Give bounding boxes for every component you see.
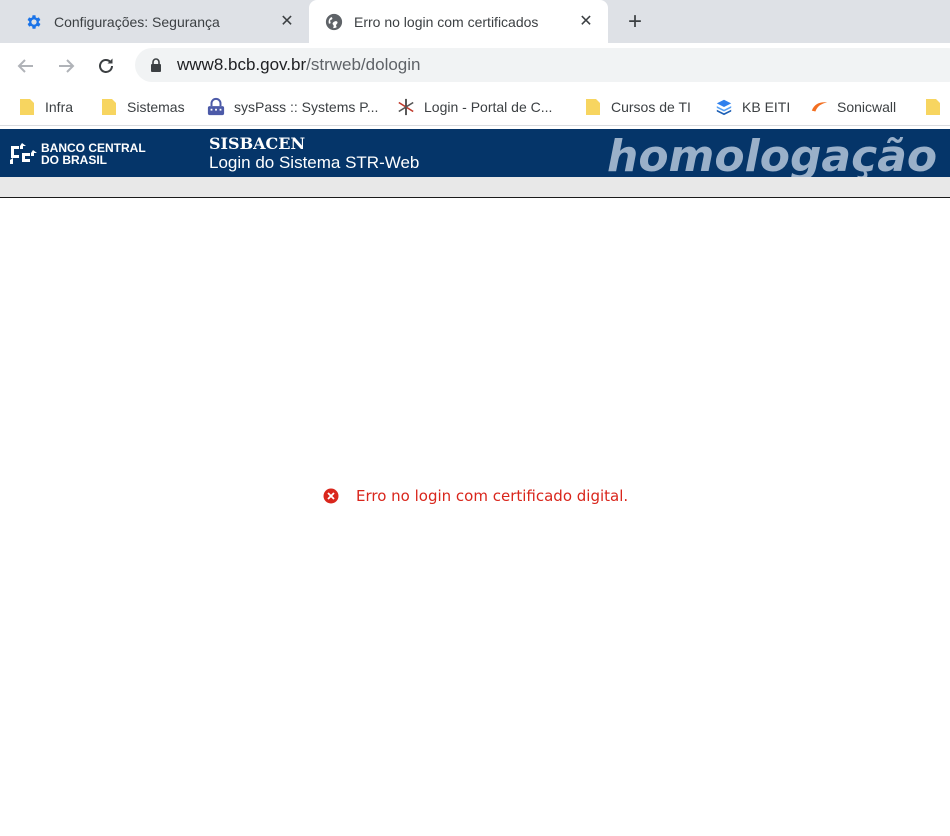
- url-host: www8.bcb.gov.br: [177, 55, 307, 74]
- tab-strip: Configurações: Segurança ✕ Erro no login…: [0, 0, 950, 43]
- header-divider-bar: [0, 177, 950, 198]
- logo-line-2: DO BRASIL: [41, 153, 107, 167]
- system-name: SISBACEN: [209, 134, 306, 153]
- bookmark-label: sysPass :: Systems P...: [234, 98, 379, 115]
- back-button[interactable]: [14, 54, 38, 78]
- bookmark-label: Login - Portal de C...: [424, 98, 553, 115]
- url-path: /strweb/dologin: [306, 55, 421, 74]
- bookmark-folder-overflow[interactable]: [924, 88, 950, 125]
- system-subtitle: Login do Sistema STR-Web: [209, 153, 420, 172]
- logo-text: BANCO CENTRAL DO BRASIL: [41, 142, 146, 166]
- folder-icon: [100, 98, 118, 116]
- lock-icon[interactable]: [149, 57, 163, 73]
- folder-icon: [584, 98, 602, 116]
- bookmark-cursos[interactable]: Cursos de TI: [584, 88, 691, 125]
- bookmark-label: Sistemas: [127, 98, 185, 115]
- stack-icon: [715, 98, 733, 116]
- reload-button[interactable]: [94, 54, 118, 78]
- arrow-left-icon: [17, 59, 33, 73]
- bcb-logo[interactable]: BANCO CENTRAL DO BRASIL: [8, 140, 146, 168]
- folder-icon: [924, 98, 942, 116]
- globe-icon: [324, 12, 344, 32]
- bookmark-label: Sonicwall: [837, 98, 897, 115]
- tab-title: Configurações: Segurança: [54, 13, 220, 30]
- bookmark-label: Cursos de TI: [611, 98, 691, 115]
- tab-title: Erro no login com certificados: [354, 13, 539, 30]
- bookmark-kb-eiti[interactable]: KB EITI: [715, 88, 790, 125]
- close-tab-icon[interactable]: ✕: [277, 11, 297, 31]
- tab-login-error[interactable]: Erro no login com certificados ✕: [309, 0, 608, 43]
- bookmark-sistemas[interactable]: Sistemas: [100, 88, 185, 125]
- gear-icon: [24, 12, 44, 32]
- new-tab-button[interactable]: +: [622, 9, 648, 35]
- folder-icon: [18, 98, 36, 116]
- arrow-right-icon: [59, 59, 75, 73]
- error-text: Erro no login com certificado digital.: [356, 487, 629, 505]
- url-text: www8.bcb.gov.br/strweb/dologin: [177, 55, 420, 75]
- reload-icon: [99, 58, 113, 73]
- bookmark-portal[interactable]: Login - Portal de C...: [397, 88, 552, 125]
- bookmark-label: Infra: [45, 98, 74, 115]
- bookmark-infra[interactable]: Infra: [18, 88, 73, 125]
- system-title-block: SISBACEN Login do Sistema STR-Web: [209, 135, 419, 173]
- forward-button[interactable]: [54, 54, 78, 78]
- bookmark-label: KB EITI: [742, 98, 791, 115]
- bookmark-sonicwall[interactable]: Sonicwall: [810, 88, 896, 125]
- swoosh-icon: [810, 98, 828, 116]
- close-tab-icon[interactable]: ✕: [576, 11, 596, 31]
- browser-toolbar: www8.bcb.gov.br/strweb/dologin: [0, 43, 950, 88]
- page-header-banner: BANCO CENTRAL DO BRASIL SISBACEN Login d…: [0, 129, 950, 177]
- error-message: Erro no login com certificado digital.: [323, 487, 628, 505]
- bcb-emblem-icon: [10, 143, 37, 164]
- environment-label: homologação: [607, 131, 938, 178]
- address-bar[interactable]: www8.bcb.gov.br/strweb/dologin: [135, 48, 950, 82]
- syspass-icon: [207, 97, 225, 116]
- bookmarks-bar: Infra Sistemas sysPass :: Systems P... L…: [0, 88, 950, 126]
- error-circle-icon: [323, 488, 339, 504]
- bookmark-syspass[interactable]: sysPass :: Systems P...: [207, 88, 378, 125]
- asterisk-logo-icon: [397, 98, 415, 116]
- tab-settings-security[interactable]: Configurações: Segurança ✕: [0, 0, 309, 43]
